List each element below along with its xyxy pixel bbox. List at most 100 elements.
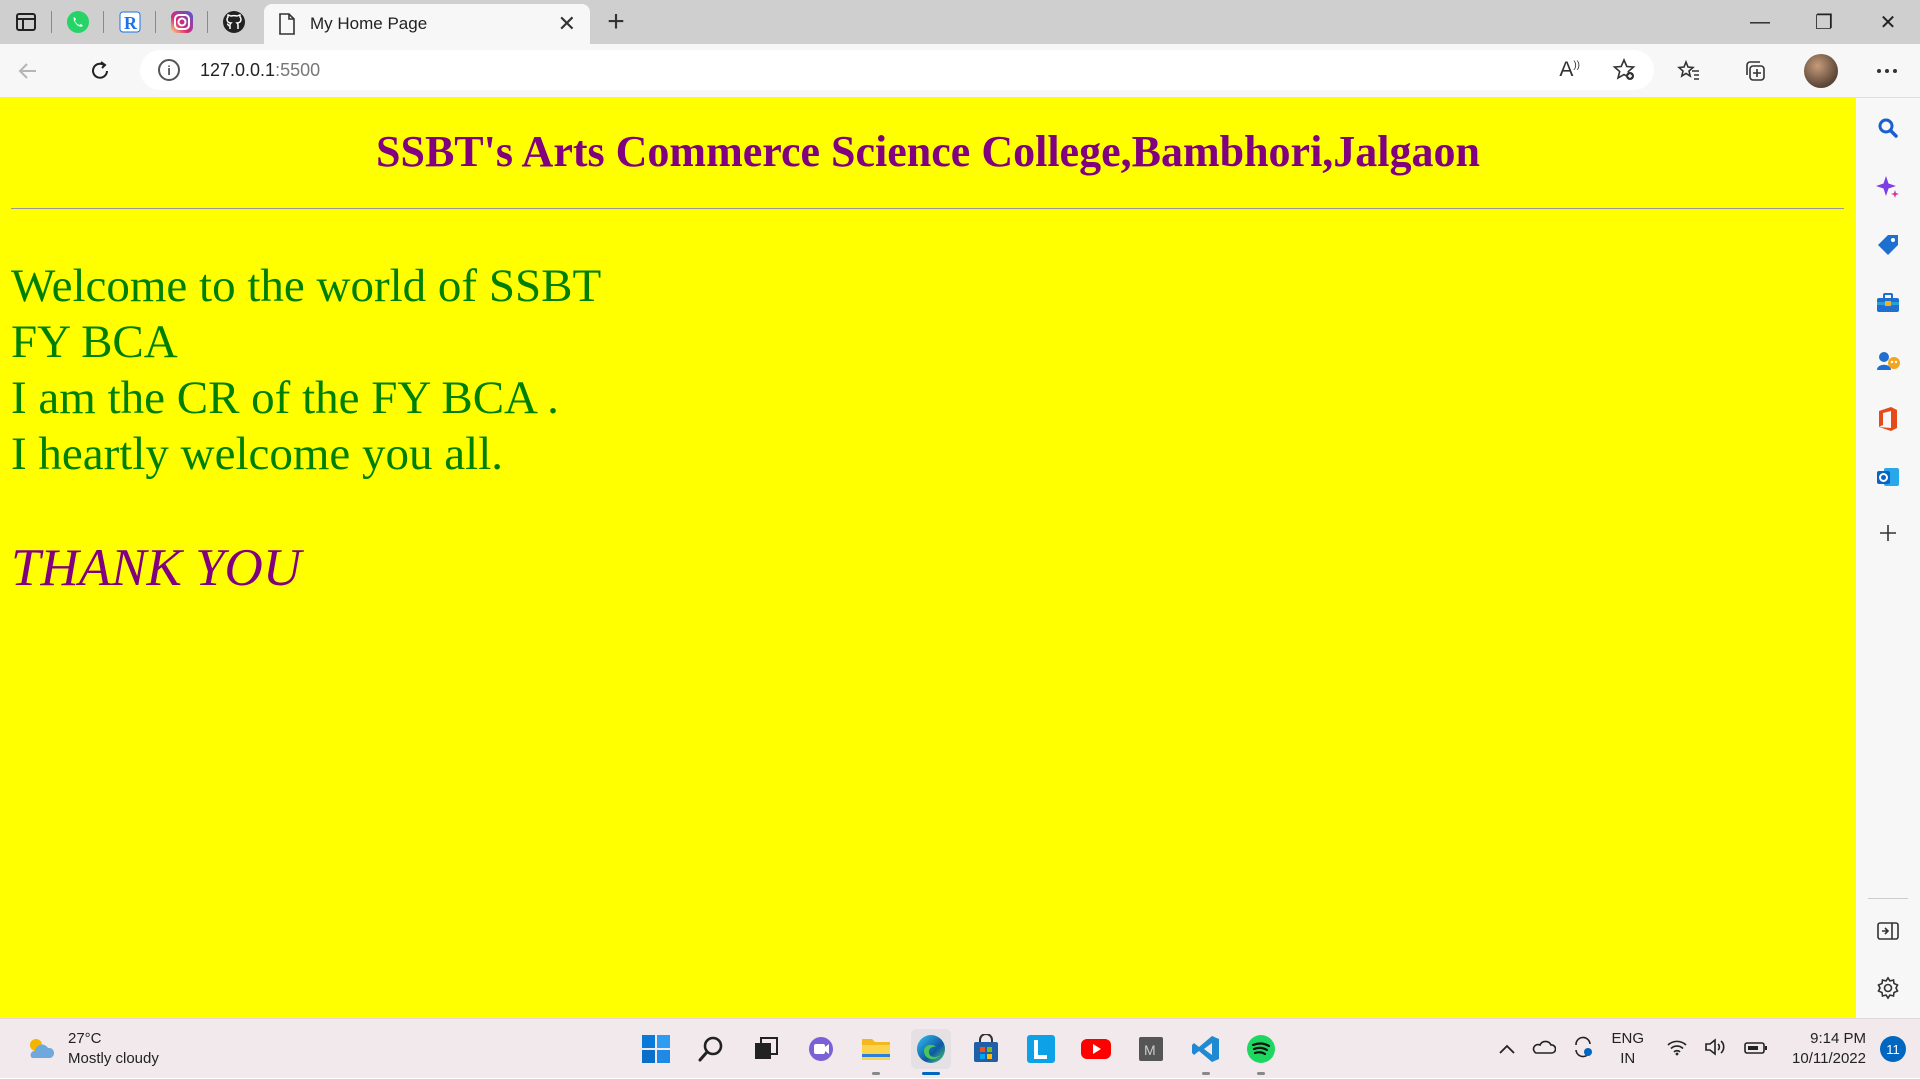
- file-explorer-button[interactable]: [856, 1029, 896, 1075]
- tab-close-icon[interactable]: ✕: [558, 11, 576, 37]
- store-button[interactable]: [966, 1029, 1006, 1069]
- tab-strip: R My Home Page ✕ + — ❐ ✕: [0, 0, 1920, 44]
- search-button[interactable]: [691, 1029, 731, 1069]
- running-indicator: [922, 1072, 940, 1075]
- sidebar-add-button[interactable]: [1856, 522, 1920, 544]
- windows-taskbar: 27°C Mostly cloudy M ENG IN 9:14 PM 10/1…: [0, 1018, 1920, 1078]
- read-aloud-label: A: [1559, 58, 1574, 81]
- site-info-icon[interactable]: i: [158, 59, 180, 81]
- spotify-button[interactable]: [1241, 1029, 1281, 1075]
- sidebar-shopping[interactable]: [1856, 232, 1920, 258]
- edge-sidebar: [1856, 98, 1920, 1018]
- m-app-icon: M: [1139, 1037, 1163, 1061]
- office-icon: [1879, 407, 1897, 431]
- vscode-button[interactable]: [1186, 1029, 1226, 1075]
- class-line: FY BCA: [11, 316, 178, 368]
- close-window-button[interactable]: ✕: [1856, 0, 1920, 44]
- back-arrow-icon: [18, 62, 36, 79]
- battery-icon[interactable]: [1744, 1039, 1768, 1060]
- url-text: 127.0.0.1:5500: [200, 60, 320, 81]
- teams-chat-button[interactable]: [801, 1029, 841, 1069]
- restore-button[interactable]: ❐: [1792, 0, 1856, 44]
- weather-condition: Mostly cloudy: [68, 1050, 159, 1067]
- sidebar-outlook[interactable]: [1856, 464, 1920, 490]
- spotify-icon: [1247, 1035, 1275, 1063]
- store-icon: [974, 1034, 998, 1062]
- sidebar-hide-button[interactable]: [1856, 920, 1920, 942]
- system-tray: ENG IN 9:14 PM 10/11/2022 11: [1490, 1019, 1920, 1079]
- web-page: SSBT's Arts Commerce Science College,Bam…: [0, 98, 1856, 1018]
- l-app-icon: [1027, 1035, 1055, 1063]
- active-tab[interactable]: My Home Page ✕: [264, 4, 590, 44]
- start-button[interactable]: [636, 1029, 676, 1069]
- games-icon: [1877, 352, 1900, 370]
- l-app-button[interactable]: [1021, 1029, 1061, 1069]
- welcome-line: Welcome to the world of SSBT: [11, 260, 602, 312]
- pinned-tab-github[interactable]: [208, 0, 260, 44]
- youtube-button[interactable]: [1076, 1029, 1116, 1069]
- back-button[interactable]: [0, 44, 56, 98]
- hide-sidebar-icon: [1877, 922, 1899, 940]
- add-favorite-icon[interactable]: [1612, 58, 1636, 82]
- svg-text:R: R: [124, 13, 138, 33]
- page-heading: SSBT's Arts Commerce Science College,Bam…: [376, 127, 1480, 176]
- sidebar-settings[interactable]: [1856, 976, 1920, 1000]
- sparkle-icon: [1876, 176, 1899, 198]
- sync-icon[interactable]: [1572, 1036, 1594, 1063]
- refresh-button[interactable]: [72, 44, 128, 98]
- sidebar-discover[interactable]: [1856, 174, 1920, 200]
- gear-icon: [1877, 976, 1899, 1000]
- tab-title: My Home Page: [310, 14, 428, 33]
- chevron-up-icon[interactable]: [1498, 1039, 1516, 1060]
- toolbox-icon: [1877, 293, 1899, 312]
- new-tab-button[interactable]: +: [594, 5, 638, 39]
- sidebar-search[interactable]: [1856, 116, 1920, 140]
- minimize-button[interactable]: —: [1728, 0, 1792, 44]
- greeting-line: I heartly welcome you all.: [11, 428, 504, 480]
- youtube-icon: [1081, 1039, 1111, 1059]
- welcome-text: Welcome to the world of SSBT FY BCA I am…: [11, 258, 601, 482]
- tab-actions-icon: [16, 13, 36, 31]
- running-indicator: [1257, 1072, 1265, 1075]
- sidebar-tools[interactable]: [1856, 290, 1920, 316]
- tab-actions-button[interactable]: [0, 0, 52, 44]
- folder-icon: [862, 1039, 890, 1060]
- more-icon: [1877, 69, 1897, 73]
- favorites-icon: [1677, 59, 1699, 80]
- whatsapp-icon: [67, 11, 89, 33]
- search-icon: [1878, 118, 1898, 138]
- volume-icon[interactable]: [1704, 1037, 1728, 1061]
- settings-more-button[interactable]: [1854, 68, 1920, 74]
- edge-icon: [917, 1035, 945, 1063]
- input-language[interactable]: ENG IN: [1612, 1029, 1645, 1069]
- vscode-icon: [1192, 1036, 1219, 1062]
- outlook-icon: [1877, 468, 1899, 486]
- sidebar-games[interactable]: [1856, 348, 1920, 374]
- horizontal-rule: [11, 208, 1844, 210]
- address-bar[interactable]: i 127.0.0.1:5500 A)): [140, 50, 1654, 90]
- weather-temperature: 27°C: [68, 1030, 102, 1047]
- clock[interactable]: 9:14 PM 10/11/2022: [1792, 1029, 1866, 1069]
- edge-button[interactable]: [911, 1029, 951, 1075]
- task-view-button[interactable]: [746, 1029, 786, 1069]
- read-aloud-icon[interactable]: A)): [1559, 58, 1580, 82]
- pinned-tab-whatsapp[interactable]: [52, 0, 104, 44]
- wifi-icon[interactable]: [1666, 1038, 1688, 1061]
- pinned-tab-instagram[interactable]: [156, 0, 208, 44]
- m-app-button[interactable]: M: [1131, 1029, 1171, 1069]
- url-host: 127.0.0.1: [200, 59, 276, 80]
- refresh-icon: [92, 60, 108, 79]
- pinned-tab-r[interactable]: R: [104, 0, 156, 44]
- avatar: [1804, 54, 1838, 88]
- weather-widget[interactable]: 27°C Mostly cloudy: [24, 1029, 159, 1069]
- sidebar-office[interactable]: [1856, 406, 1920, 432]
- running-indicator: [1202, 1072, 1210, 1075]
- profile-button[interactable]: [1788, 54, 1854, 88]
- notification-badge[interactable]: 11: [1880, 1036, 1906, 1062]
- favorites-button[interactable]: [1656, 59, 1722, 83]
- task-view-icon: [755, 1037, 778, 1059]
- windows-logo-icon: [642, 1035, 670, 1063]
- onedrive-icon[interactable]: [1532, 1039, 1556, 1060]
- collections-button[interactable]: [1722, 59, 1788, 83]
- chat-icon: [809, 1037, 833, 1061]
